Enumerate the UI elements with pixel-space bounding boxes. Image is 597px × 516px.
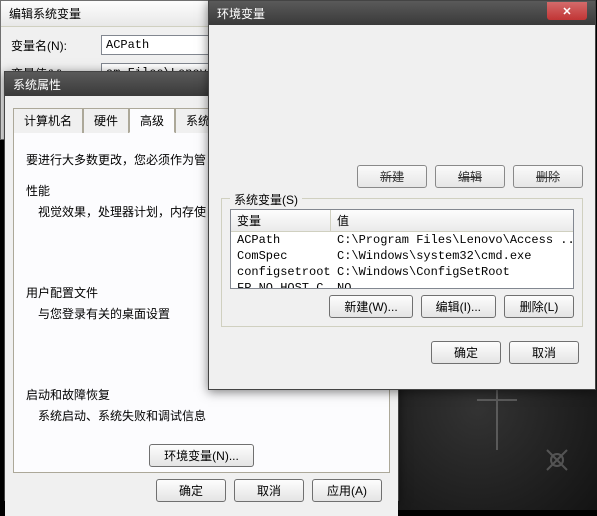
name-label: 变量名(N):: [11, 37, 91, 54]
cell-value: NO: [331, 281, 573, 289]
system-vars-title: 系统变量(S): [230, 191, 302, 208]
col-header-value[interactable]: 值: [331, 210, 573, 231]
tab-computer-name[interactable]: 计算机名: [13, 108, 83, 133]
envvars-title: 环境变量: [217, 5, 265, 22]
user-edit-button[interactable]: 编辑: [435, 165, 505, 188]
sysprops-button-row: 确定 取消 应用(A): [13, 473, 390, 508]
startup-desc: 系统启动、系统失败和调试信息: [38, 407, 377, 424]
envvars-body: 新建 编辑 删除 系统变量(S) 变量 值 ACPath C:\Program …: [209, 25, 595, 378]
tab-advanced[interactable]: 高级: [129, 108, 175, 133]
envvars-button-row: 确定 取消: [217, 335, 587, 370]
table-row[interactable]: FP_NO_HOST_C NO: [231, 280, 573, 289]
cell-name: ACPath: [231, 233, 331, 247]
env-vars-button[interactable]: 环境变量(N)...: [149, 444, 254, 467]
sysvar-button-row: 新建(W)... 编辑(I)... 删除(L): [230, 295, 574, 318]
cell-value: C:\Program Files\Lenovo\Access ...: [331, 233, 573, 247]
listview-header: 变量 值: [231, 210, 573, 232]
system-vars-group: 系统变量(S) 变量 值 ACPath C:\Program Files\Len…: [221, 198, 583, 327]
sysvar-delete-button[interactable]: 删除(L): [504, 295, 574, 318]
envvars-cancel-button[interactable]: 取消: [509, 341, 579, 364]
sysprops-ok-button[interactable]: 确定: [156, 479, 226, 502]
cell-value: C:\Windows\system32\cmd.exe: [331, 249, 573, 263]
sysprops-title: 系统属性: [13, 76, 61, 93]
sysprops-apply-button[interactable]: 应用(A): [312, 479, 382, 502]
sysvar-edit-button[interactable]: 编辑(I)...: [421, 295, 496, 318]
cell-value: C:\Windows\ConfigSetRoot: [331, 265, 573, 279]
table-row[interactable]: configsetroot C:\Windows\ConfigSetRoot: [231, 264, 573, 280]
user-var-button-row: 新建 编辑 删除: [221, 165, 583, 188]
cell-name: FP_NO_HOST_C: [231, 281, 331, 289]
user-delete-button[interactable]: 删除: [513, 165, 583, 188]
col-header-variable[interactable]: 变量: [231, 210, 331, 231]
envvars-close-button[interactable]: ✕: [547, 2, 587, 20]
sysprops-cancel-button[interactable]: 取消: [234, 479, 304, 502]
table-row[interactable]: ACPath C:\Program Files\Lenovo\Access ..…: [231, 232, 573, 248]
cell-name: ComSpec: [231, 249, 331, 263]
cell-name: configsetroot: [231, 265, 331, 279]
user-new-button[interactable]: 新建: [357, 165, 427, 188]
env-vars-window: 环境变量 ✕ 新建 编辑 删除 系统变量(S) 变量 值 ACPath C:\P…: [208, 0, 596, 390]
tab-hardware[interactable]: 硬件: [83, 108, 129, 133]
sysvar-new-button[interactable]: 新建(W)...: [329, 295, 412, 318]
envvars-ok-button[interactable]: 确定: [431, 341, 501, 364]
system-vars-list[interactable]: 变量 值 ACPath C:\Program Files\Lenovo\Acce…: [230, 209, 574, 289]
editvar-title: 编辑系统变量: [9, 5, 81, 22]
table-row[interactable]: ComSpec C:\Windows\system32\cmd.exe: [231, 248, 573, 264]
envvars-titlebar: 环境变量 ✕: [209, 1, 595, 25]
